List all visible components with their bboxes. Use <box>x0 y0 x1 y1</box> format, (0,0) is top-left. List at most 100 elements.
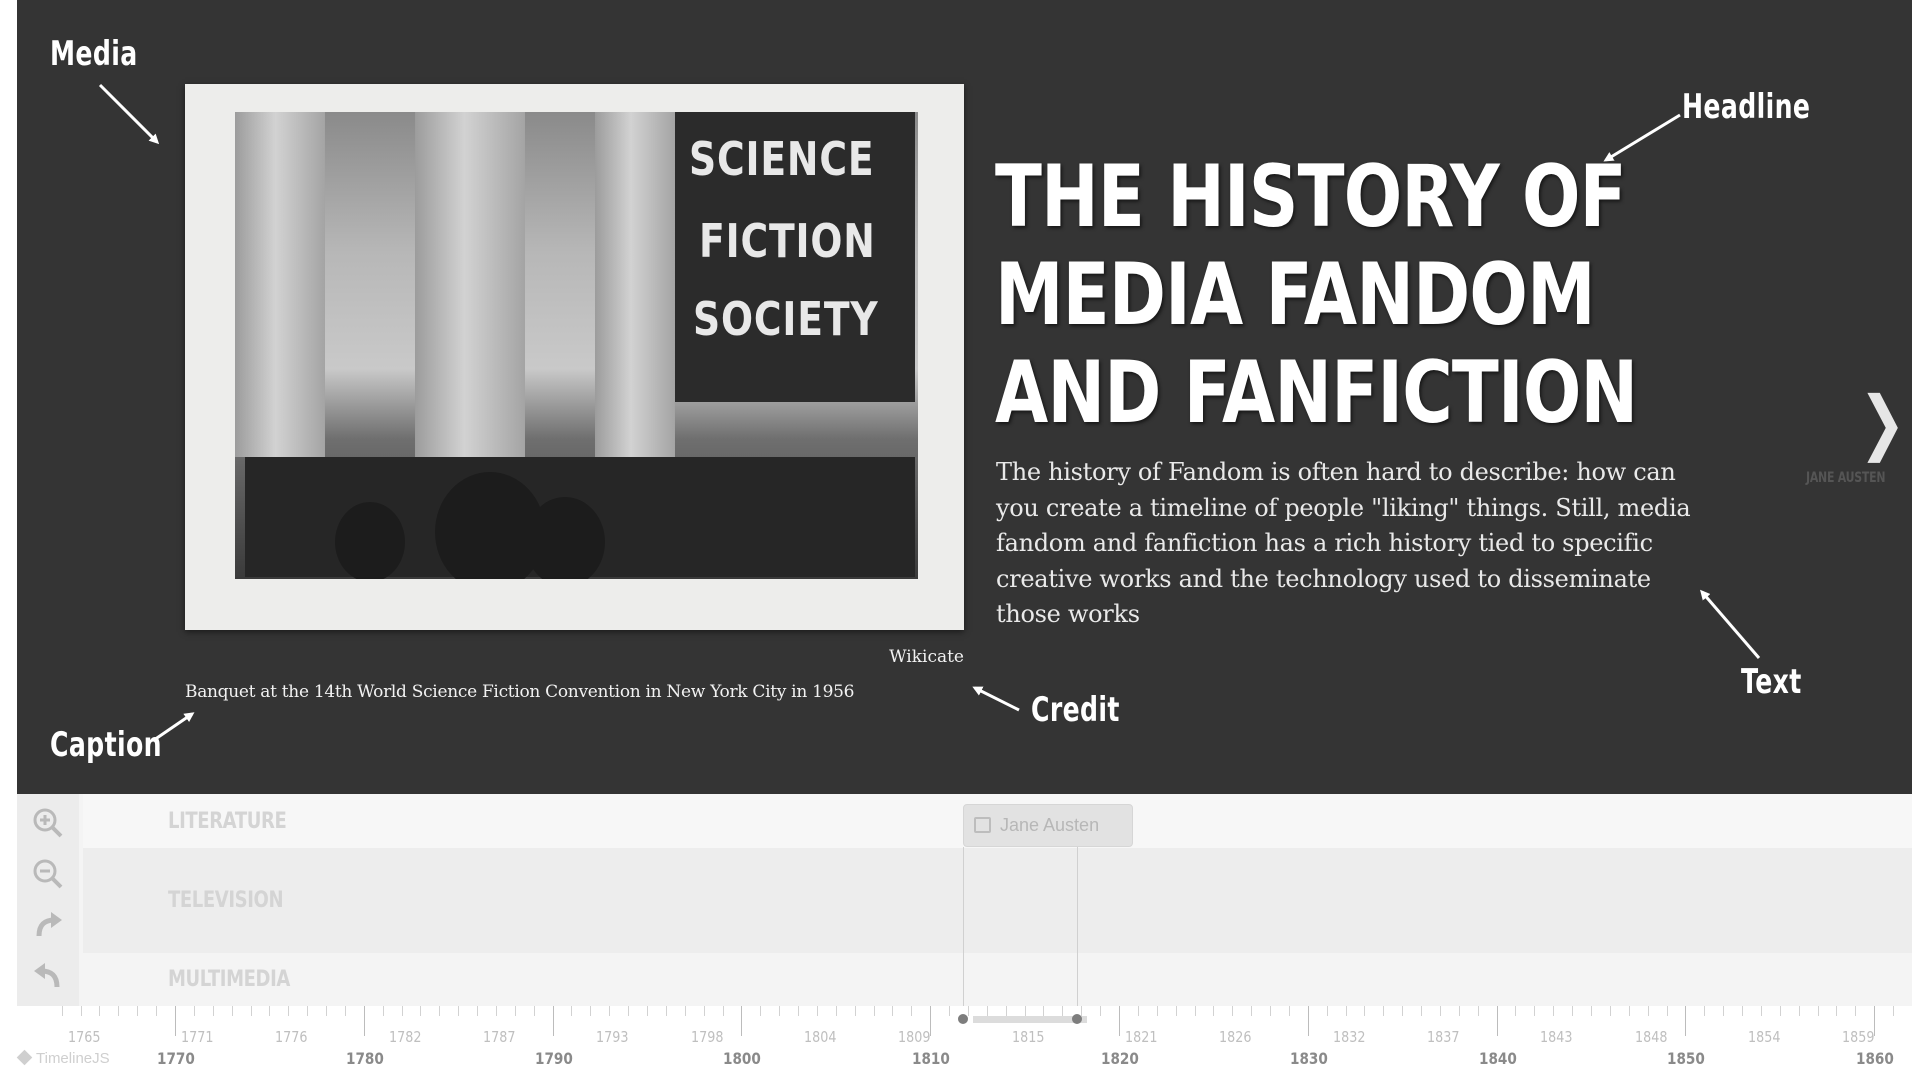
banner-line: FICTION <box>699 214 876 268</box>
axis-minor-tick <box>1402 1006 1404 1016</box>
axis-minor-tick <box>1666 1006 1668 1016</box>
timeline-marker-jane-austen[interactable]: Jane Austen <box>963 804 1133 847</box>
axis-minor-tick <box>1326 1006 1328 1016</box>
axis-minor-tick <box>1100 1006 1102 1016</box>
axis-minor-label: 1832 <box>1332 1028 1366 1046</box>
axis-minor-tick <box>1553 1006 1555 1016</box>
axis-minor-tick <box>892 1006 894 1016</box>
axis-minor-tick <box>911 1006 913 1016</box>
axis-minor-tick <box>1628 1006 1630 1016</box>
redo-icon[interactable] <box>31 908 65 942</box>
axis-minor-tick <box>1232 1006 1234 1016</box>
axis-minor-tick <box>1270 1006 1272 1016</box>
axis-minor-tick <box>779 1006 781 1016</box>
axis-minor-tick <box>1760 1006 1762 1016</box>
axis-major-label: 1820 <box>1101 1049 1139 1068</box>
axis-minor-tick <box>1213 1006 1215 1016</box>
axis-minor-tick <box>1817 1006 1819 1016</box>
headline-line: AND FANFICTION <box>995 343 1638 443</box>
axis-minor-tick <box>495 1006 497 1016</box>
media-credit: Wikicate <box>889 647 964 667</box>
axis-minor-tick <box>1704 1006 1706 1016</box>
axis-minor-tick <box>1534 1006 1536 1016</box>
axis-major-label: 1800 <box>723 1049 762 1068</box>
axis-major-label: 1780 <box>345 1049 384 1068</box>
axis-minor-tick <box>420 1006 422 1016</box>
axis-minor-tick <box>967 1006 969 1016</box>
axis-minor-tick <box>1723 1006 1725 1016</box>
axis-minor-tick <box>269 1006 271 1016</box>
axis-minor-tick <box>949 1006 951 1016</box>
axis-minor-tick <box>703 1006 705 1016</box>
axis-minor-tick <box>1421 1006 1423 1016</box>
time-axis[interactable]: TimelineJS 1765 1771 1776 1782 1787 1793 1798 1… <box>16 1006 1912 1080</box>
axis-minor-tick <box>1836 1006 1838 1016</box>
axis-minor-label: 1771 <box>180 1028 214 1046</box>
axis-minor-tick <box>193 1006 195 1016</box>
axis-minor-tick <box>382 1006 384 1016</box>
axis-minor-tick <box>1043 1006 1045 1016</box>
axis-minor-tick <box>477 1006 479 1016</box>
media-arrow <box>98 83 160 145</box>
audience-head <box>525 497 605 579</box>
axis-minor-label: 1815 <box>1011 1028 1045 1046</box>
axis-minor-tick <box>684 1006 686 1016</box>
axis-minor-label: 1782 <box>388 1028 422 1046</box>
axis-minor-label: 1776 <box>275 1028 308 1046</box>
axis-minor-label: 1804 <box>803 1028 837 1046</box>
timelinejs-logo-icon <box>16 1049 33 1066</box>
group-label: TELEVISION <box>168 888 284 913</box>
marker-line <box>963 847 964 1006</box>
axis-major-tick <box>741 1006 743 1036</box>
axis-minor-tick <box>798 1006 800 1016</box>
axis-minor-tick <box>647 1006 648 1016</box>
axis-minor-tick <box>533 1006 535 1016</box>
axis-minor-tick <box>401 1006 403 1016</box>
next-slide-chevron-icon[interactable]: ❯ <box>1859 387 1906 457</box>
axis-major-tick <box>363 1006 365 1036</box>
annotation-media: Media <box>50 34 138 74</box>
axis-minor-tick <box>1515 1006 1517 1016</box>
axis-minor-tick <box>231 1006 233 1016</box>
axis-minor-tick <box>1288 1006 1290 1016</box>
zoom-out-icon[interactable] <box>31 857 65 891</box>
axis-minor-tick <box>760 1006 762 1016</box>
axis-minor-label: 1848 <box>1634 1028 1668 1046</box>
annotation-headline: Headline <box>1682 87 1811 127</box>
axis-major-label: 1860 <box>1856 1049 1895 1068</box>
axis-minor-tick <box>1742 1006 1744 1016</box>
axis-minor-tick <box>816 1006 818 1016</box>
axis-minor-tick <box>1591 1006 1592 1016</box>
annotation-credit: Credit <box>1031 690 1120 730</box>
axis-major-tick <box>552 1006 554 1036</box>
axis-minor-label: 1854 <box>1747 1028 1781 1046</box>
axis-minor-tick <box>1647 1006 1649 1016</box>
axis-minor-tick <box>514 1006 516 1016</box>
next-slide-label[interactable]: JANE AUSTEN <box>1806 470 1885 486</box>
group-television: TELEVISION <box>83 848 1912 953</box>
timelinejs-brand[interactable]: TimelineJS <box>16 1049 110 1067</box>
audience-head <box>335 502 405 579</box>
media-image[interactable]: SCIENCE FICTION SOCIETY <box>185 84 964 630</box>
banner-line: SOCIETY <box>693 292 879 346</box>
axis-minor-tick <box>1855 1006 1857 1016</box>
axis-major-label: 1790 <box>534 1049 573 1068</box>
axis-minor-tick <box>873 1006 875 1016</box>
axis-major-tick <box>175 1006 176 1036</box>
timeline-navigation: LITERATURE TELEVISION MULTIMEDIA Jane Au… <box>16 794 1912 1080</box>
brand-label: TimelineJS <box>36 1050 110 1067</box>
axis-minor-tick <box>458 1006 460 1016</box>
zoom-in-icon[interactable] <box>31 806 65 840</box>
axis-minor-tick <box>1383 1006 1385 1016</box>
axis-minor-label: 1859 <box>1842 1028 1875 1046</box>
slide: Media Headline Text Credit Caption SCIEN… <box>17 0 1912 794</box>
undo-icon[interactable] <box>31 959 65 993</box>
media-caption: Banquet at the 14th World Science Fictio… <box>185 682 855 702</box>
headline-line: MEDIA FANDOM <box>995 245 1596 345</box>
axis-major-tick <box>1307 1006 1309 1036</box>
range-start-dot <box>958 1014 968 1024</box>
headline-line: THE HISTORY OF <box>995 147 1627 247</box>
axis-minor-tick <box>986 1006 988 1016</box>
axis-minor-tick <box>1364 1006 1366 1016</box>
axis-minor-label: 1843 <box>1540 1028 1573 1046</box>
